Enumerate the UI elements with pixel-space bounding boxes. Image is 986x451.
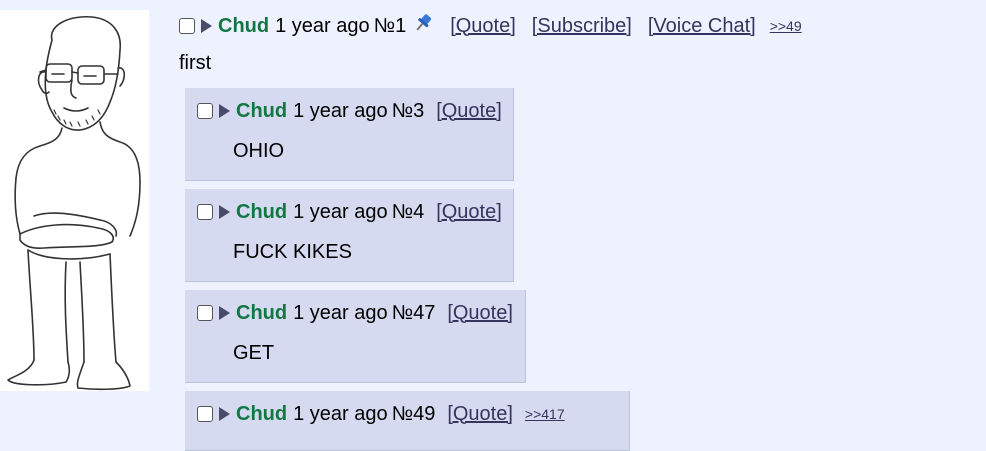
triangle-right-icon[interactable]: [219, 104, 230, 118]
reply-post: Chud 1 year ago №49 [Quote] >>417: [185, 391, 630, 451]
reply-post: Chud 1 year ago №4 [Quote] FUCK KIKES: [185, 189, 514, 282]
select-checkbox[interactable]: [197, 103, 213, 119]
select-checkbox[interactable]: [197, 305, 213, 321]
post-date: 1 year ago: [293, 402, 388, 425]
reply-post: Chud 1 year ago №3 [Quote] OHIO: [185, 88, 514, 181]
quote-link[interactable]: [Quote]: [436, 100, 502, 123]
reply-body: GET: [233, 342, 275, 364]
poster-name: Chud: [236, 99, 288, 122]
quote-link[interactable]: [Quote]: [450, 15, 516, 38]
wojak-image: [7, 15, 141, 391]
post-date: 1 year ago: [293, 301, 388, 324]
backlink[interactable]: >>49: [770, 18, 802, 34]
post-date: 1 year ago: [275, 14, 370, 37]
post-number[interactable]: №1: [374, 15, 407, 38]
post-date: 1 year ago: [293, 200, 388, 223]
poster-name: Chud: [218, 14, 270, 37]
triangle-right-icon[interactable]: [219, 205, 230, 219]
backlink[interactable]: >>417: [525, 406, 565, 422]
reply-header: Chud 1 year ago №4 [Quote]: [197, 199, 502, 225]
select-checkbox[interactable]: [197, 406, 213, 422]
post-number[interactable]: №47: [392, 302, 436, 325]
triangle-right-icon[interactable]: [219, 306, 230, 320]
subscribe-link[interactable]: [Subscribe]: [532, 15, 632, 38]
quote-link[interactable]: [Quote]: [436, 201, 502, 224]
voice-chat-link[interactable]: [Voice Chat]: [648, 15, 756, 38]
post-number[interactable]: №49: [392, 403, 436, 426]
select-checkbox[interactable]: [197, 204, 213, 220]
poster-name: Chud: [236, 301, 288, 324]
op-post-body: first: [179, 52, 212, 74]
poster-name: Chud: [236, 402, 288, 425]
reply-body: OHIO: [233, 140, 285, 162]
op-image[interactable]: [0, 10, 149, 391]
reply-body: FUCK KIKES: [233, 241, 352, 263]
select-checkbox[interactable]: [179, 18, 195, 34]
op-post-header: Chud 1 year ago №1 [Quote] [Subscribe] […: [179, 13, 802, 39]
pushpin-icon: [412, 12, 434, 40]
post-date: 1 year ago: [293, 99, 388, 122]
reply-post: Chud 1 year ago №47 [Quote] GET: [185, 290, 526, 383]
poster-name: Chud: [236, 200, 288, 223]
reply-header: Chud 1 year ago №49 [Quote] >>417: [197, 401, 565, 427]
triangle-right-icon[interactable]: [201, 19, 212, 33]
reply-header: Chud 1 year ago №47 [Quote]: [197, 300, 513, 326]
post-number[interactable]: №3: [392, 100, 425, 123]
triangle-right-icon[interactable]: [219, 407, 230, 421]
reply-header: Chud 1 year ago №3 [Quote]: [197, 98, 502, 124]
post-number[interactable]: №4: [392, 201, 425, 224]
quote-link[interactable]: [Quote]: [447, 403, 513, 426]
quote-link[interactable]: [Quote]: [447, 302, 513, 325]
